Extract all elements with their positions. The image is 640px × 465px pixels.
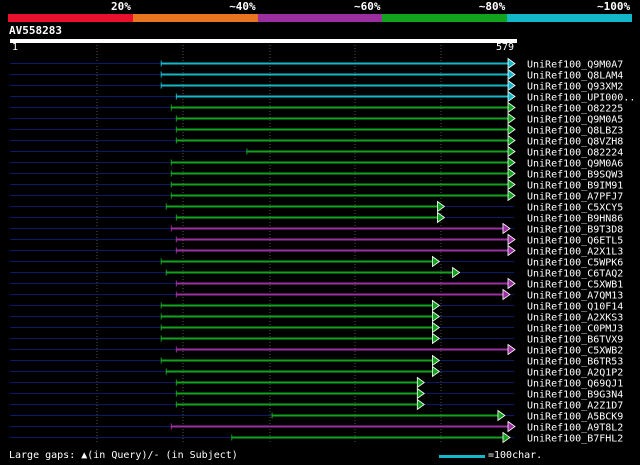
hit-name-link[interactable]: UniRef100_Q9M0A7 (527, 60, 623, 71)
hit-name-link[interactable]: UniRef100_Q9M0A5 (527, 115, 623, 126)
hit-name-link[interactable]: UniRef100_B6TVX9 (527, 335, 623, 346)
hit-name-link[interactable]: UniRef100_B6TR53 (527, 357, 623, 368)
hit-name-link[interactable]: UniRef100_A7QM13 (527, 291, 623, 302)
hit-arrow-icon (507, 343, 516, 356)
hit-arrow-icon (416, 398, 425, 411)
hit-name-link[interactable]: UniRef100_B9IM91 (527, 181, 623, 192)
hit-arrow-icon (416, 387, 425, 400)
hit-arrow-icon (507, 101, 516, 114)
hit-name-link[interactable]: UniRef100_Q8LBZ3 (527, 126, 623, 137)
hit-arrow-icon (502, 222, 511, 235)
hit-name-link[interactable]: UniRef100_Q9M0A6 (527, 159, 623, 170)
hit-name-link[interactable]: UniRef100_B9G3N4 (527, 390, 623, 401)
hit-name-link[interactable]: UniRef100_Q69QJ1 (527, 379, 623, 390)
hit-arrow-icon (507, 112, 516, 125)
legend-label: ~40% (229, 0, 256, 13)
hit-name-link[interactable]: UniRef100_B9HN86 (527, 214, 623, 225)
hit-name-link[interactable]: UniRef100_Q93XM2 (527, 82, 623, 93)
hit-arrow-icon (507, 277, 516, 290)
gaps-legend: Large gaps: ▲(in Query)/- (in Subject) (9, 450, 238, 461)
hit-name-link[interactable]: UniRef100_Q6ETL5 (527, 236, 623, 247)
hit-arrow-icon (507, 123, 516, 136)
hit-name-link[interactable]: UniRef100_B9SQW3 (527, 170, 623, 181)
hit-name-link[interactable]: UniRef100_O82224 (527, 148, 623, 159)
hit-name-link[interactable]: UniRef100_B9T3D8 (527, 225, 623, 236)
hit-arrow-icon (431, 255, 441, 268)
legend-label: ~100% (597, 0, 631, 13)
hit-name-link[interactable]: UniRef100_A2Q1P2 (527, 368, 623, 379)
hit-arrow-icon (431, 321, 441, 334)
hit-arrow-icon (431, 310, 441, 323)
hit-arrow-icon (507, 233, 516, 246)
hit-arrow-icon (507, 145, 516, 158)
hit-name-link[interactable]: UniRef100_C5XWB2 (527, 346, 623, 357)
hit-arrow-icon (507, 68, 516, 81)
legend-label: ~80% (478, 0, 506, 13)
hit-name-link[interactable]: UniRef100_C5WPK6 (527, 258, 623, 269)
hit-arrow-icon (507, 90, 516, 103)
hit-name-link[interactable]: UniRef100_C0PMJ3 (527, 324, 623, 335)
hit-arrow-icon (507, 178, 516, 191)
hit-arrow-icon (507, 79, 516, 92)
hit-name-link[interactable]: UniRef100_O82225 (527, 104, 623, 115)
hit-arrow-icon (431, 299, 441, 312)
scale-label: =100char. (488, 450, 543, 461)
hit-arrow-icon (416, 376, 425, 389)
hit-arrow-icon (507, 420, 516, 433)
hit-arrow-icon (452, 266, 461, 279)
hit-arrow-icon (497, 409, 506, 422)
hit-arrow-icon (507, 134, 516, 147)
legend-label: ~60% (354, 0, 381, 13)
hit-name-link[interactable]: UniRef100_A7PFJ7 (527, 192, 623, 203)
hit-arrow-icon (507, 167, 516, 180)
hit-name-link[interactable]: UniRef100_Q10F14 (527, 302, 623, 313)
hit-name-link[interactable]: UniRef100_C5XCY5 (527, 203, 623, 214)
hit-name-link[interactable]: UniRef100_B7FHL2 (527, 434, 623, 445)
hit-name-link[interactable]: UniRef100_A9T8L2 (527, 423, 623, 434)
hit-name-link[interactable]: UniRef100_Q8VZH8 (527, 137, 623, 148)
hit-name-link[interactable]: UniRef100_A2X1L3 (527, 247, 623, 258)
hit-arrow-icon (502, 288, 511, 301)
alignment-plot: UniRef100_Q9M0A7UniRef100_Q8LAM4UniRef10… (10, 45, 635, 445)
hit-name-link[interactable]: UniRef100_Q8LAM4 (527, 71, 623, 82)
hit-name-link[interactable]: UniRef100_A5BCK9 (527, 412, 623, 423)
scale-bar (439, 455, 485, 458)
hit-name-link[interactable]: UniRef100_C6TAQ2 (527, 269, 623, 280)
hit-arrow-icon (507, 244, 516, 257)
legend-label: 20% (111, 0, 131, 13)
hit-arrow-icon (502, 431, 511, 444)
hit-arrow-icon (507, 156, 516, 169)
hit-arrow-icon (431, 354, 441, 367)
hit-name-link[interactable]: UniRef100_A2Z1D7 (527, 401, 623, 412)
hit-name-link[interactable]: UniRef100_A2XKS3 (527, 313, 623, 324)
hit-name-link[interactable]: UniRef100_C5XWB1 (527, 280, 623, 291)
hit-arrow-icon (507, 57, 516, 70)
hit-name-link[interactable]: UniRef100_UPI000.. (527, 93, 635, 104)
hit-arrow-icon (431, 332, 441, 345)
hit-arrow-icon (431, 365, 441, 378)
hit-arrow-icon (507, 189, 516, 202)
